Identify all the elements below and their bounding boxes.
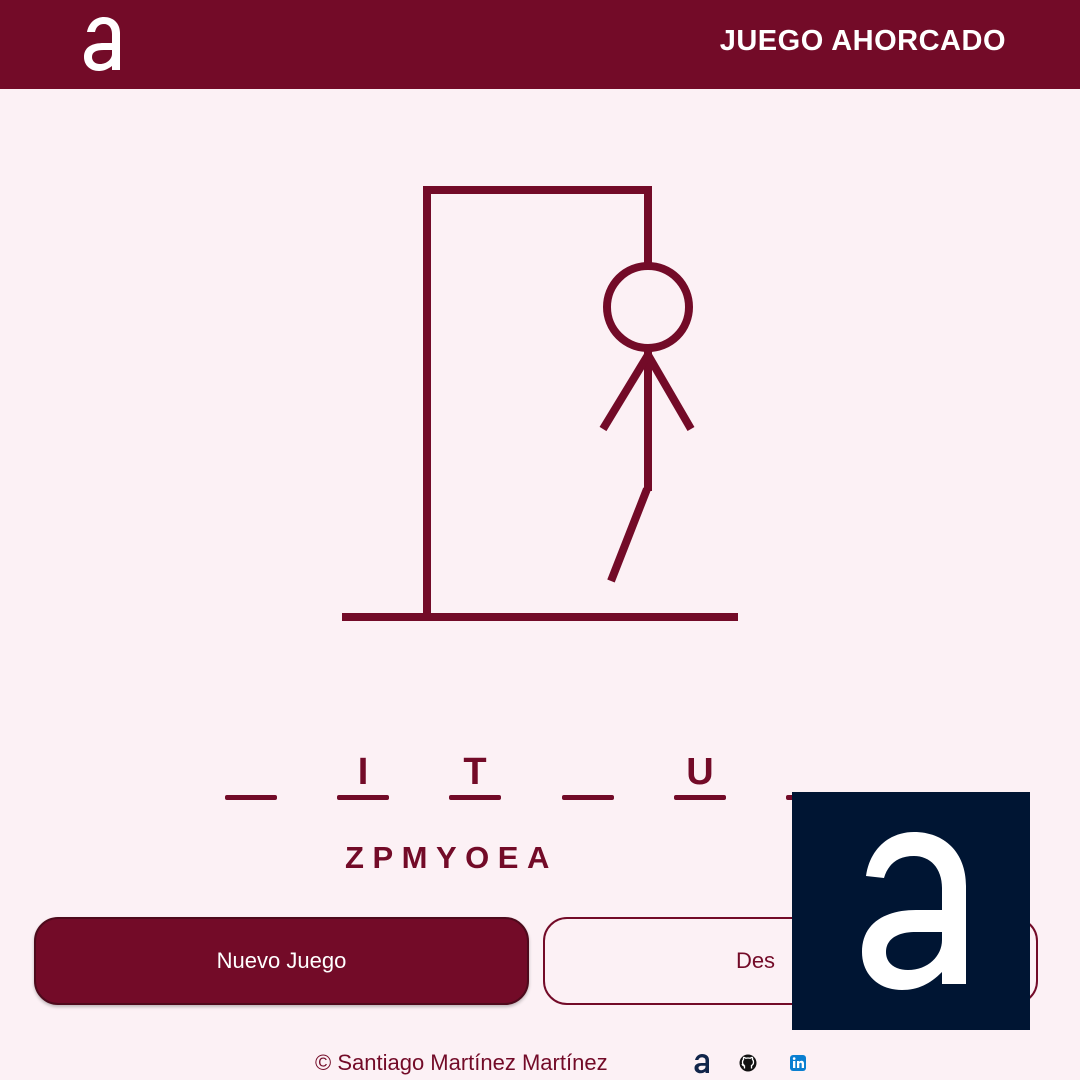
a-logo-icon [862,832,966,990]
overlay-logo-badge [792,792,1030,1030]
linkedin-icon[interactable] [788,1052,808,1074]
wrong-letters: ZPMYOEA [345,840,558,876]
wrong-letter: P [372,840,394,875]
new-game-label: Nuevo Juego [216,948,347,973]
give-up-label: Des [735,948,776,973]
github-icon[interactable] [738,1052,758,1074]
hangman-app: JUEGO AHORCADO I T U Z P M Y O E A Nuevo… [0,0,1080,1080]
wrong-letter: M [401,840,428,875]
hangman-left-arm [599,352,652,432]
copyright-text: © Santiago Martínez Martínez [315,1050,608,1075]
footer: © Santiago Martínez Martínez [0,1046,1080,1080]
new-game-button[interactable]: Nuevo Juego [34,917,529,1005]
wrong-letter: Y [435,840,458,875]
hangman-head [603,262,693,352]
wrong-letter: A [526,840,550,875]
wrong-letter: O [465,840,490,875]
wrong-letter: E [497,840,519,875]
a-logo-icon[interactable] [692,1052,712,1074]
hangman-right-arm [644,352,695,432]
wrong-letter: Z [345,840,365,875]
hangman-left-leg [607,487,651,583]
